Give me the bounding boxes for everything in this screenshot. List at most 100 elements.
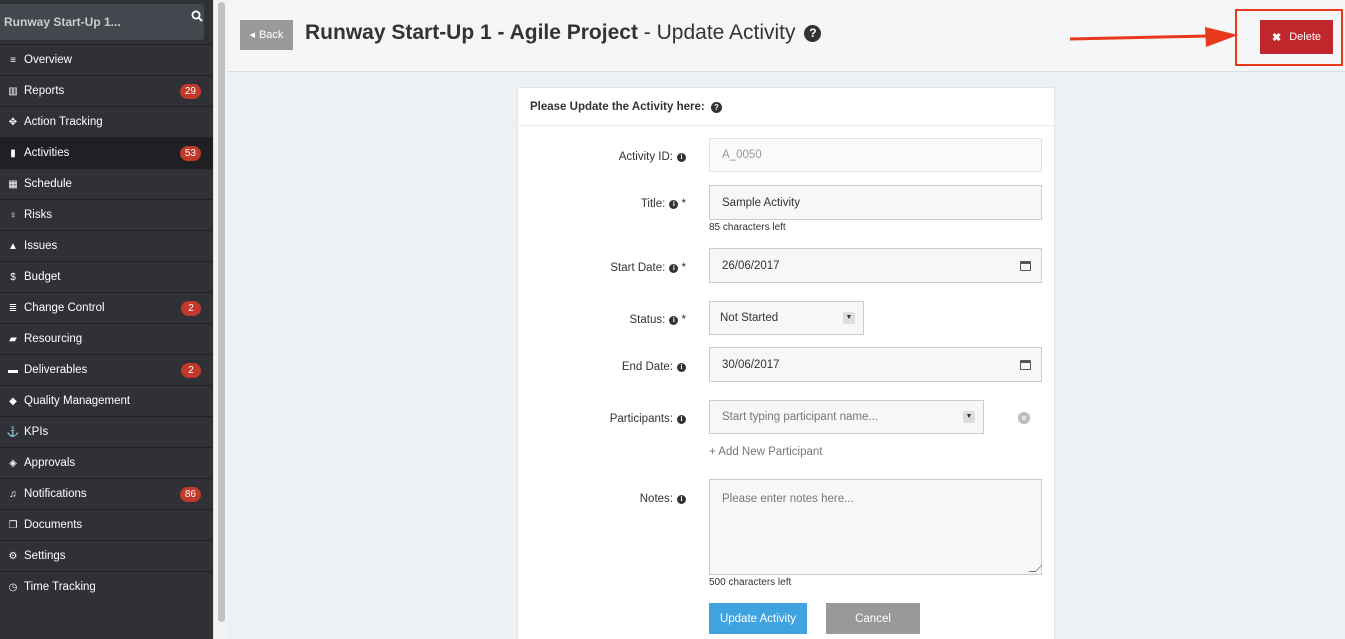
sidebar-item-schedule[interactable]: ▦ Schedule — [0, 168, 213, 199]
participants-placeholder: Start typing participant name... — [722, 411, 878, 423]
start-date-label: Start Date: i * — [610, 262, 686, 274]
status-label-text: Status: — [629, 314, 666, 326]
lightbulb-icon: ♀ — [9, 209, 17, 221]
chevron-left-icon: ◀ — [249, 32, 255, 39]
panel-heading-text: Please Update the Activity here: — [530, 101, 705, 113]
count-badge: 2 — [181, 301, 201, 316]
delete-button[interactable]: ✖ Delete — [1260, 20, 1333, 54]
sidebar-item-deliverables[interactable]: ▬ Deliverables 2 — [0, 354, 213, 385]
sidebar-item-time-tracking[interactable]: ◷ Time Tracking — [0, 571, 213, 602]
sidebar-item-action-tracking[interactable]: ✥ Action Tracking — [0, 106, 213, 137]
add-participant-link[interactable]: + Add New Participant — [709, 446, 822, 458]
panel-heading: Please Update the Activity here: ? — [518, 88, 1054, 126]
back-label: Back — [258, 29, 284, 41]
help-icon[interactable]: ? — [710, 102, 722, 113]
truck-icon: ▬ — [8, 364, 18, 376]
dollar-icon: $ — [10, 271, 16, 283]
sidebar-item-resourcing[interactable]: ▰ Resourcing — [0, 323, 213, 354]
chevron-down-icon: ▼ — [963, 411, 975, 423]
count-badge: 53 — [179, 146, 201, 161]
end-date-label: End Date: i — [622, 361, 686, 373]
sidebar-item-budget[interactable]: $ Budget — [0, 261, 213, 292]
sidebar-item-approvals[interactable]: ◈ Approvals — [0, 447, 213, 478]
sidebar-header: Runway Start-Up 1... — [0, 0, 213, 44]
activity-id-label-text: Activity ID: — [618, 151, 673, 163]
sidebar-item-label: Time Tracking — [24, 581, 96, 593]
sidebar-item-quality-management[interactable]: ◆ Quality Management — [0, 385, 213, 416]
update-activity-panel: Please Update the Activity here: ? Activ… — [517, 87, 1055, 639]
info-icon[interactable]: i — [669, 200, 679, 209]
update-activity-button[interactable]: Update Activity — [709, 603, 807, 634]
resize-handle[interactable] — [1028, 565, 1043, 572]
cancel-button[interactable]: Cancel — [826, 603, 920, 634]
bookmark-icon: ▮ — [10, 147, 16, 159]
status-value: Not Started — [720, 312, 779, 324]
info-icon[interactable]: i — [677, 495, 686, 504]
activity-id-label: Activity ID: i — [619, 151, 686, 163]
title-input[interactable]: Sample Activity — [709, 185, 1042, 220]
project-name: Runway Start-Up 1... — [4, 15, 121, 29]
crosshair-icon: ✥ — [8, 116, 18, 128]
status-select[interactable]: Not Started ▼ — [709, 301, 864, 335]
close-icon: ✖ — [1271, 31, 1282, 44]
sidebar-item-reports[interactable]: ▥ Reports 29 — [0, 75, 213, 106]
delete-highlight-box: ✖ Delete — [1235, 9, 1343, 66]
sidebar-item-label: Budget — [24, 271, 61, 283]
sidebar-item-risks[interactable]: ♀ Risks — [0, 199, 213, 230]
sidebar-item-kpis[interactable]: ⚓ KPIs — [0, 416, 213, 447]
notes-textarea[interactable]: Please enter notes here... — [709, 479, 1043, 575]
sidebar-item-label: Documents — [24, 519, 83, 531]
notes-label: Notes: i — [640, 493, 686, 505]
page-title: Runway Start-Up 1 - Agile Project - Upda… — [305, 21, 822, 45]
participants-input[interactable]: Start typing participant name... ▼ — [709, 400, 984, 434]
back-button[interactable]: ◀ Back — [240, 20, 293, 50]
info-icon[interactable]: i — [669, 264, 679, 273]
sidebar-item-overview[interactable]: ≡ Overview — [0, 44, 213, 75]
info-icon[interactable]: i — [677, 415, 686, 424]
gears-icon: ⚙ — [8, 550, 18, 562]
warning-icon: ▲ — [8, 240, 18, 252]
sidebar-item-label: Issues — [24, 240, 58, 252]
info-icon[interactable]: i — [677, 363, 686, 372]
page-subtitle: - Update Activity — [637, 21, 796, 44]
sidebar-item-label: Action Tracking — [24, 116, 103, 128]
calendar-icon: ▦ — [8, 178, 18, 190]
clear-icon[interactable]: × — [1018, 412, 1030, 424]
info-icon[interactable]: i — [677, 153, 686, 162]
calendar-icon[interactable] — [1020, 359, 1031, 370]
help-icon[interactable]: ? — [804, 25, 822, 42]
scrollbar-thumb[interactable] — [218, 2, 225, 622]
notes-label-text: Notes: — [639, 493, 673, 505]
notes-placeholder: Please enter notes here... — [722, 493, 854, 505]
sidebar-item-change-control[interactable]: ≣ Change Control 2 — [0, 292, 213, 323]
sidebar-item-label: Quality Management — [24, 395, 131, 407]
copy-icon: ❐ — [8, 519, 18, 531]
start-date-input[interactable]: 26/06/2017 — [709, 248, 1042, 283]
sidebar-item-settings[interactable]: ⚙ Settings — [0, 540, 213, 571]
end-date-input[interactable]: 30/06/2017 — [709, 347, 1042, 382]
search-icon[interactable] — [191, 0, 203, 36]
info-icon[interactable]: i — [669, 316, 679, 325]
sidebar-item-label: KPIs — [24, 426, 49, 438]
ticket-icon: ◈ — [9, 457, 17, 469]
project-selector[interactable]: Runway Start-Up 1... — [0, 4, 204, 40]
clock-icon: ◷ — [8, 581, 18, 593]
count-badge: 86 — [179, 487, 201, 502]
sidebar-item-issues[interactable]: ▲ Issues — [0, 230, 213, 261]
status-label: Status: i * — [629, 314, 686, 326]
project-title: Runway Start-Up 1 - Agile Project — [305, 21, 638, 44]
sidebar-item-label: Resourcing — [24, 333, 83, 345]
start-date-label-text: Start Date: — [610, 262, 666, 274]
bell-icon: ♫ — [9, 488, 17, 500]
chevron-down-icon: ▼ — [843, 312, 855, 324]
start-date-value: 26/06/2017 — [722, 259, 780, 272]
sidebar-item-documents[interactable]: ❐ Documents — [0, 509, 213, 540]
participants-label-text: Participants: — [609, 413, 673, 425]
sidebar-item-activities[interactable]: ▮ Activities 53 — [0, 137, 213, 168]
sidebar-item-notifications[interactable]: ♫ Notifications 86 — [0, 478, 213, 509]
list-icon: ≡ — [10, 54, 16, 66]
sidebar-scrollbar[interactable] — [213, 0, 228, 639]
calendar-icon[interactable] — [1020, 260, 1031, 271]
annotation-arrow — [1070, 27, 1238, 47]
participants-label: Participants: i — [610, 413, 686, 425]
